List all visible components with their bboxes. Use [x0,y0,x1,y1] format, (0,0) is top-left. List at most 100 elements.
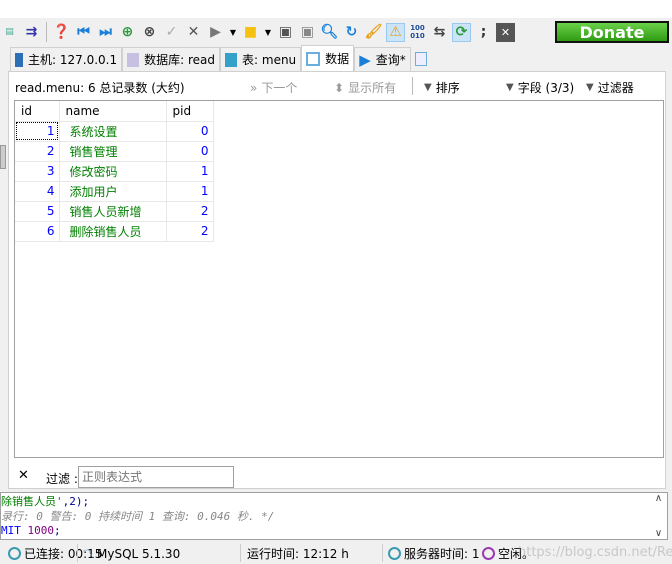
tab-table[interactable]: 表: menu [220,47,302,71]
dropdown-icon: ▼ [424,82,432,93]
cell-id[interactable]: 5 [15,201,60,222]
status-server-time: 服务器时间: 1 [388,545,480,562]
new-query-tab-button[interactable] [410,47,431,71]
sql-log[interactable]: 除销售人员',2); 录行: 0 警告: 0 持续时间 1 查询: 0.046 … [0,492,668,540]
delete-icon[interactable]: ⊗ [140,23,159,42]
cancel-icon[interactable]: ✕ [184,23,203,42]
filter-label: 过滤 : [46,472,78,486]
play-icon: ▶ [359,50,371,69]
warning-icon[interactable]: ⚠ [386,22,405,42]
cell-pid[interactable]: 2 [166,201,214,222]
sort-button[interactable]: ▼ 排序 [424,79,460,96]
cell-name[interactable]: 添加用户 [59,181,167,202]
clock-icon [388,547,401,560]
table-row[interactable]: 4 添加用户 1 [15,181,214,202]
tab-label: 数据 [325,52,350,66]
label: 过滤器 [597,81,634,95]
label: 显示所有 [348,81,397,95]
cell-id[interactable]: 2 [15,141,60,162]
tab-query[interactable]: ▶ 查询* [354,47,411,71]
label: 运行时间: 12:12 h [247,547,349,561]
cell-pid[interactable]: 1 [166,181,214,202]
run-icon[interactable]: ▶ [206,23,225,42]
cell-id[interactable]: 6 [15,221,60,242]
left-splitter-handle[interactable] [0,145,6,169]
donate-button[interactable]: Donate [555,21,669,43]
dropdown-icon[interactable]: ▼ [263,23,273,42]
first-icon[interactable]: ⏮ [74,23,93,42]
table-row[interactable]: 5 销售人员新增 2 [15,201,214,222]
tab-label: 主机: 127.0.0.1 [28,53,118,67]
label: 排序 [435,81,460,95]
table-row[interactable]: 1 系统设置 0 [15,121,214,142]
tab-database[interactable]: 数据库: read [122,47,221,71]
last-icon[interactable]: ⏭ [96,23,115,42]
log-comment: 录行: 0 警告: 0 持续时间 1 查询: 0.046 秒. */ [1,509,275,523]
cell-name[interactable]: 销售人员新增 [59,201,167,222]
next-button[interactable]: » 下一个 [250,79,297,96]
save-as-icon[interactable]: ▣ [298,23,317,42]
cell-name[interactable]: 销售管理 [59,141,167,162]
grid-icon [306,51,321,66]
cell-id[interactable]: 4 [15,181,60,202]
mysql-icon: 〽 [82,547,95,561]
fields-button[interactable]: ▼ 字段 (3/3) [506,79,574,96]
cell-name[interactable]: 修改密码 [59,161,167,182]
cell-id[interactable]: 1 [15,121,60,142]
close-filter-icon[interactable]: ✕ [18,468,29,483]
cell-pid[interactable]: 1 [166,161,214,182]
scroll-down-icon[interactable]: ∨ [655,528,662,539]
help-icon[interactable]: ❓ [52,23,71,42]
add-icon[interactable]: ⊕ [118,23,137,42]
dropdown-icon[interactable]: ▼ [228,23,238,42]
transfer-icon[interactable]: ⇉ [22,23,41,42]
status-uptime: 运行时间: 12:12 h [247,545,349,562]
tab-data[interactable]: 数据 [301,45,355,71]
record-summary: read.menu: 6 总记录数 (大约) [15,81,185,95]
table-row[interactable]: 2 销售管理 0 [15,141,214,162]
dropdown-icon: ▼ [586,82,594,93]
column-header-id[interactable]: id [15,101,60,122]
cell-pid[interactable]: 2 [166,221,214,242]
cell-pid[interactable]: 0 [166,121,214,142]
save-icon[interactable]: ▣ [276,23,295,42]
tab-bar: 主机: 127.0.0.1 数据库: read 表: menu 数据 ▶ 查询* [10,45,665,71]
binary-icon[interactable]: 100 010 [408,23,427,42]
tab-label: 查询* [375,53,406,67]
cell-id[interactable]: 3 [15,161,60,182]
column-header-name[interactable]: name [59,101,167,122]
log-scrollbar[interactable]: ∧ ∨ [650,493,667,539]
log-keyword: MIT [1,524,28,537]
table-row[interactable]: 6 删除销售人员 2 [15,221,214,242]
sync-icon[interactable]: ⟳ [452,22,471,42]
cell-name[interactable]: 删除销售人员 [59,221,167,242]
cell-pid[interactable]: 0 [166,141,214,162]
refresh-icon[interactable]: ↻ [342,23,361,42]
search-icon[interactable]: 🔍︎ [320,23,339,42]
column-header-pid[interactable]: pid [166,101,214,122]
clear-icon[interactable]: 🖌︎ [364,23,383,42]
close-icon[interactable]: ✕ [496,22,515,42]
log-number: 1000 [27,524,55,537]
filter-button[interactable]: ▼ 过滤器 [586,79,634,96]
label: 下一个 [261,81,298,95]
server-icon [15,52,23,67]
tab-label: 表: menu [242,53,297,67]
semicolon-icon[interactable]: ; [474,23,493,42]
csv-export-icon[interactable]: ▤ [0,23,19,42]
new-query-icon [414,52,427,66]
title-area [0,0,672,18]
next-icon: » [250,80,258,95]
show-all-button[interactable]: ⬍ 显示所有 [334,79,396,96]
table-row[interactable]: 3 修改密码 1 [15,161,214,182]
wrap-icon[interactable]: ⇆ [430,23,449,42]
scroll-up-icon[interactable]: ∧ [655,493,662,504]
tab-label: 数据库: read [144,53,216,67]
ok-icon[interactable]: ✓ [162,23,181,42]
log-text: ; [54,524,61,537]
folder-icon[interactable]: ■ [241,23,260,42]
cell-name[interactable]: 系统设置 [59,121,167,142]
status-version: 〽 MySQL 5.1.30 [82,545,180,562]
filter-input[interactable] [78,466,234,488]
tab-host[interactable]: 主机: 127.0.0.1 [10,47,123,71]
